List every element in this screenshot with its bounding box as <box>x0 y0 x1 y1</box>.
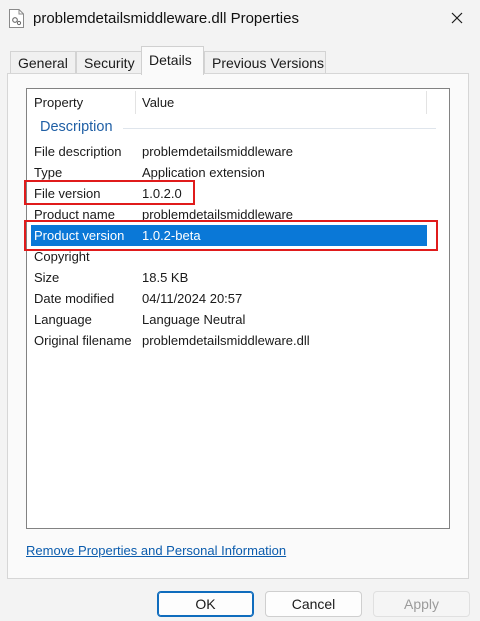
details-list[interactable]: Property Value Description File descript… <box>26 88 450 529</box>
property-key: Copyright <box>34 249 90 264</box>
property-value: problemdetailsmiddleware <box>142 207 294 222</box>
dll-file-icon <box>9 9 24 28</box>
property-row[interactable]: Copyright <box>31 246 427 267</box>
property-key: Language <box>34 312 92 327</box>
property-row[interactable]: Original filename problemdetailsmiddlewa… <box>31 330 427 351</box>
column-divider[interactable] <box>426 91 427 114</box>
column-divider[interactable] <box>135 91 136 114</box>
cancel-button[interactable]: Cancel <box>265 591 362 617</box>
property-key: File version <box>34 186 101 201</box>
property-row[interactable]: Language Language Neutral <box>31 309 427 330</box>
property-value: Language Neutral <box>142 312 246 327</box>
column-header-property[interactable]: Property <box>34 89 83 116</box>
property-row[interactable]: File version 1.0.2.0 <box>31 183 427 204</box>
property-value: 1.0.2-beta <box>142 228 201 243</box>
property-key: Product name <box>34 207 115 222</box>
close-icon <box>451 12 463 27</box>
property-row[interactable]: Size 18.5 KB <box>31 267 427 288</box>
property-value: problemdetailsmiddleware.dll <box>142 333 310 348</box>
group-header-description: Description <box>40 119 113 135</box>
title-bar: problemdetailsmiddleware.dll Properties <box>0 0 480 38</box>
property-key: Date modified <box>34 291 115 306</box>
property-key: Product version <box>34 228 125 243</box>
column-header-value[interactable]: Value <box>142 89 174 116</box>
group-separator <box>123 128 436 129</box>
property-value: problemdetailsmiddleware <box>142 144 294 159</box>
close-button[interactable] <box>434 0 480 38</box>
dialog-footer: OK Cancel Apply <box>0 585 480 621</box>
property-key: Original filename <box>34 333 132 348</box>
window-title: problemdetailsmiddleware.dll Properties <box>33 10 299 27</box>
property-key: Type <box>34 165 63 180</box>
remove-properties-link[interactable]: Remove Properties and Personal Informati… <box>26 543 286 558</box>
property-row[interactable]: Date modified 04/11/2024 20:57 <box>31 288 427 309</box>
property-row[interactable]: Type Application extension <box>31 162 427 183</box>
tab-security[interactable]: Security <box>76 51 142 73</box>
tab-previous-versions[interactable]: Previous Versions <box>204 51 326 73</box>
property-value: 04/11/2024 20:57 <box>142 291 243 306</box>
property-row[interactable]: File description problemdetailsmiddlewar… <box>31 141 427 162</box>
property-value: 18.5 KB <box>142 270 189 285</box>
property-value: 1.0.2.0 <box>142 186 182 201</box>
property-key: File description <box>34 144 122 159</box>
tab-details[interactable]: Details <box>141 46 204 75</box>
property-key: Size <box>34 270 60 285</box>
property-value: Application extension <box>142 165 265 180</box>
tab-general[interactable]: General <box>10 51 76 73</box>
ok-button[interactable]: OK <box>157 591 254 617</box>
property-row[interactable]: Product name problemdetailsmiddleware <box>31 204 427 225</box>
property-row-selected[interactable]: Product version 1.0.2-beta <box>31 225 427 246</box>
list-header: Property Value <box>27 89 449 116</box>
apply-button[interactable]: Apply <box>373 591 470 617</box>
